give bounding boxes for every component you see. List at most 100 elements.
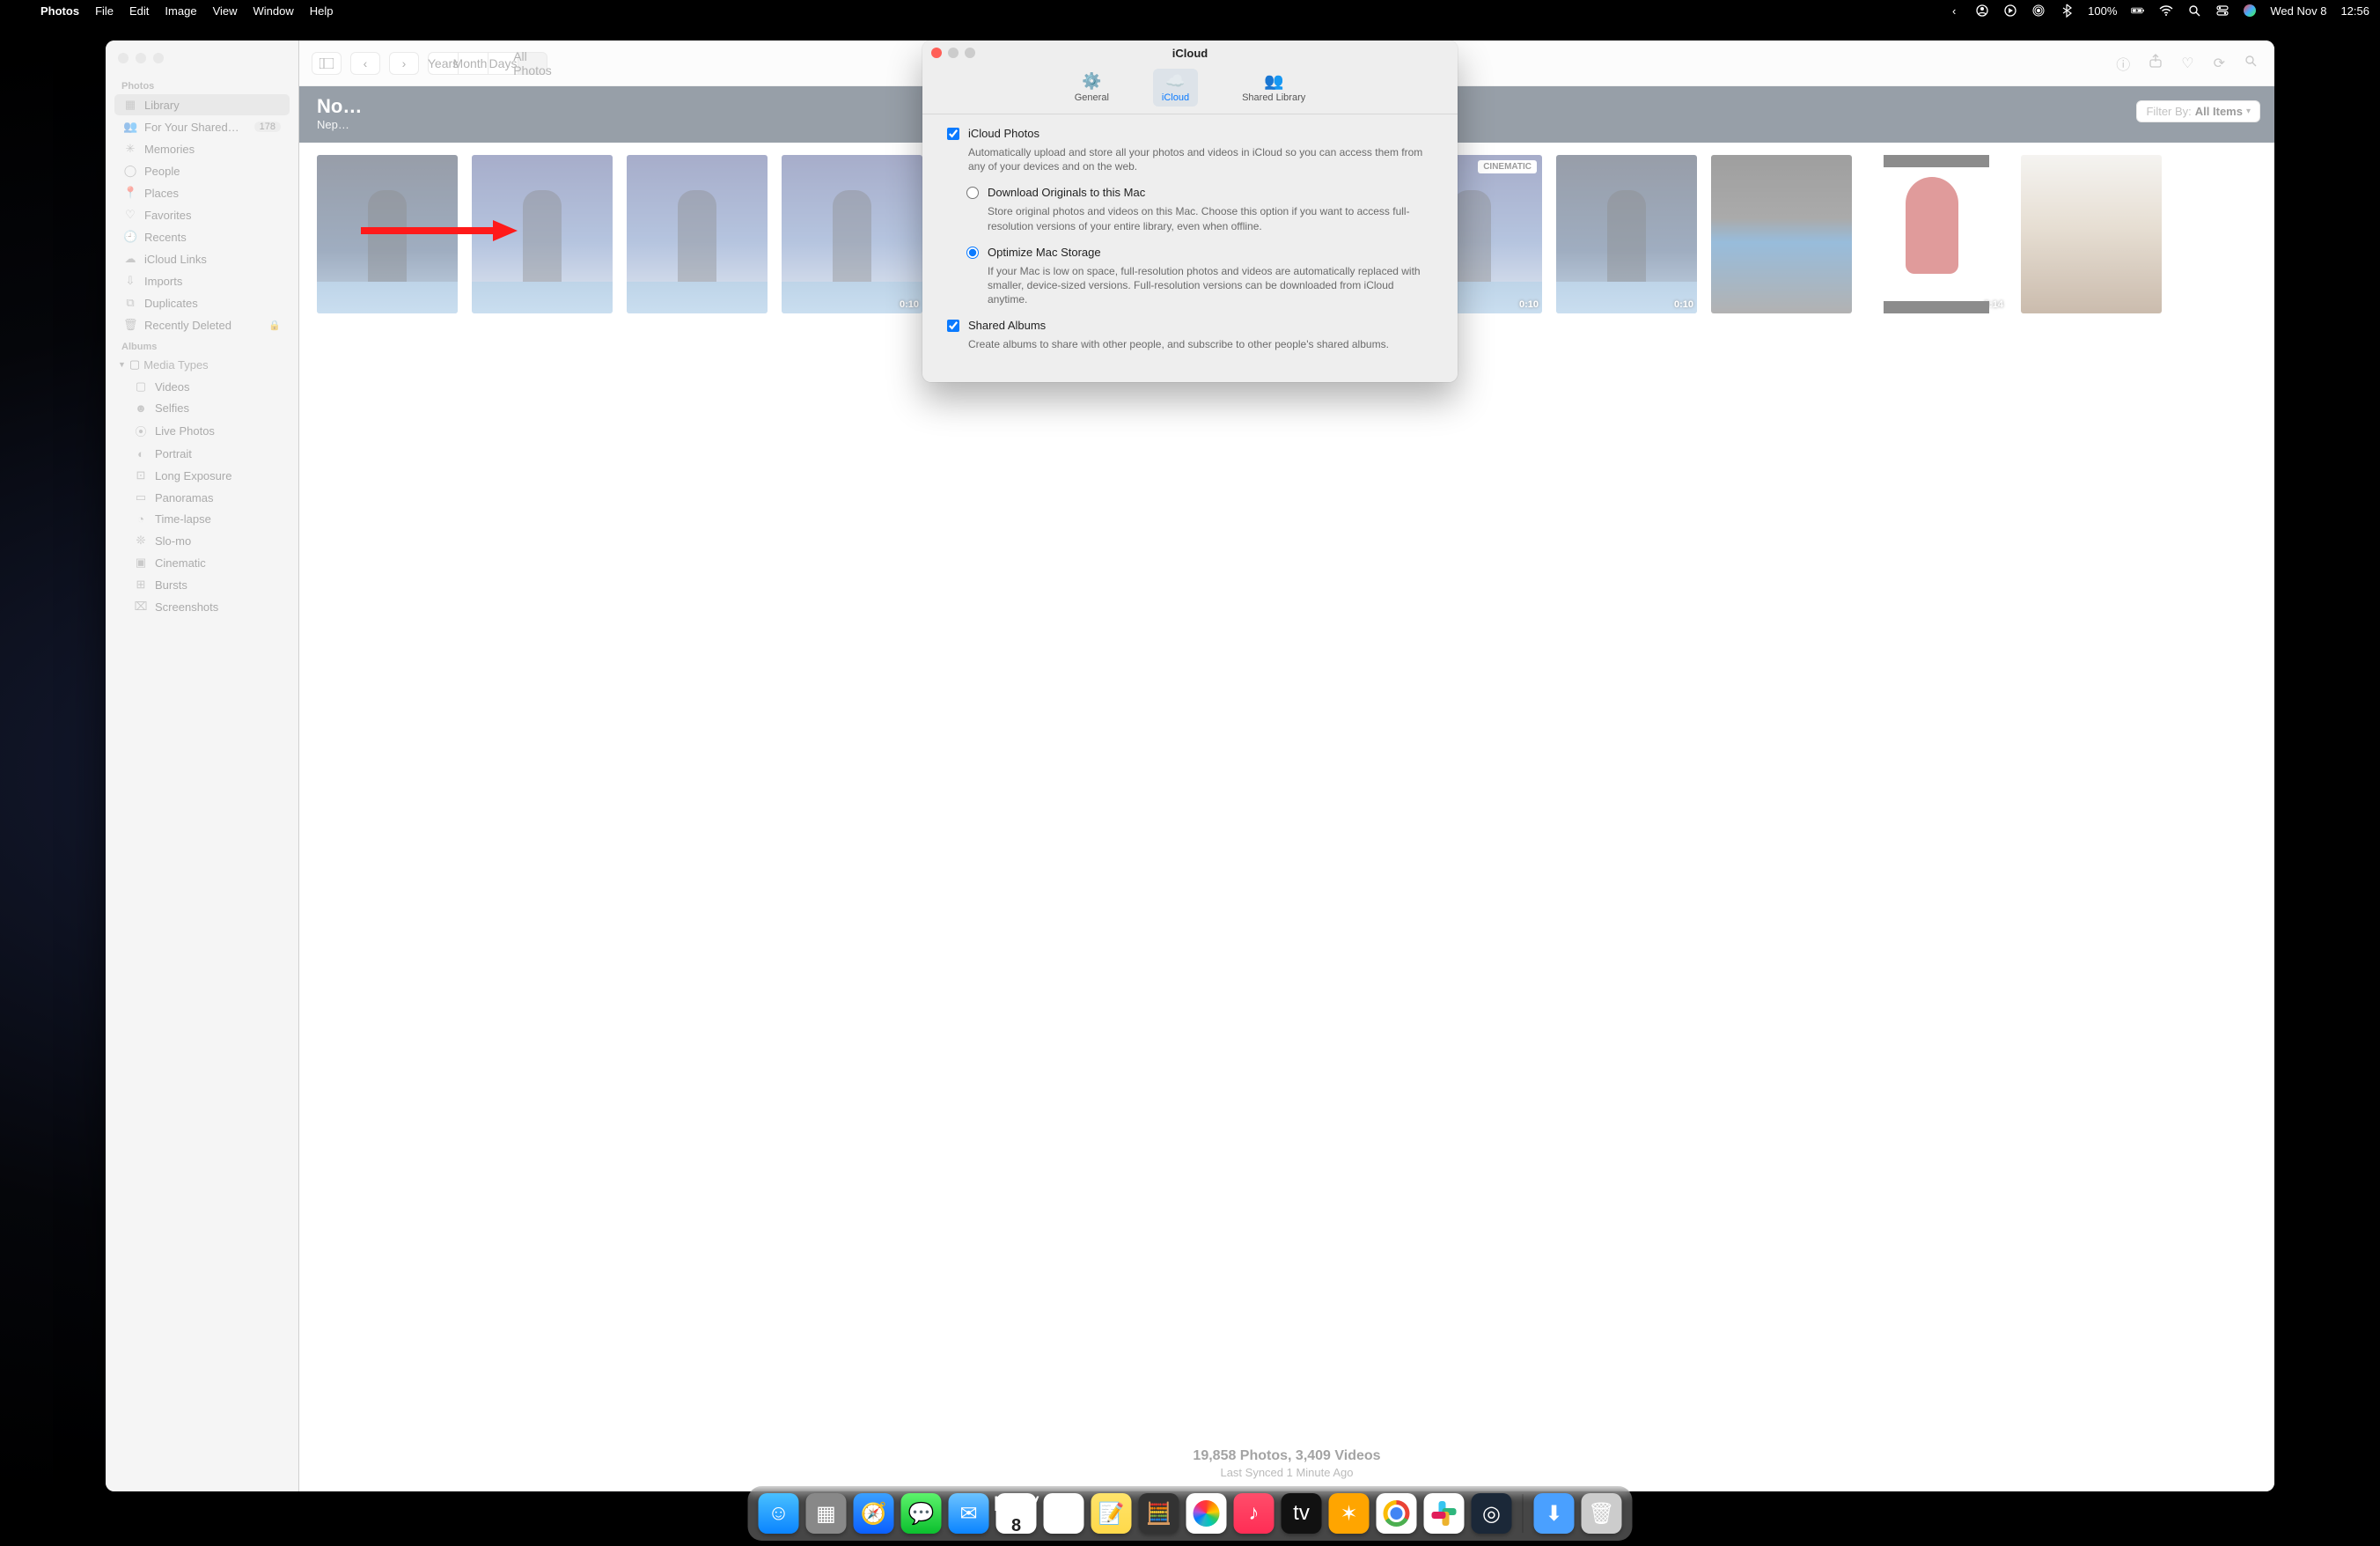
- tab-general[interactable]: ⚙️General: [1066, 69, 1118, 107]
- sidebar-item-people[interactable]: ◯ People: [114, 160, 290, 181]
- sidebar-item-recents[interactable]: 🕘 Recents: [114, 226, 290, 247]
- menu-view[interactable]: View: [213, 4, 238, 18]
- app-name[interactable]: Photos: [40, 4, 79, 18]
- sidebar-sub-bursts[interactable]: ⊞Bursts: [114, 574, 290, 595]
- dock-chrome[interactable]: [1377, 1493, 1417, 1534]
- library-icon: ▦: [123, 98, 137, 112]
- tab-shared-library[interactable]: 👥Shared Library: [1233, 69, 1314, 107]
- siri-icon[interactable]: [2244, 4, 2256, 17]
- sidebar-item-shared[interactable]: 👥 For Your Shared… 178: [114, 116, 290, 137]
- chevron-down-icon: ▼: [118, 360, 126, 369]
- dock-photos[interactable]: [1186, 1493, 1227, 1534]
- sidebar-item-imports[interactable]: ⇩ Imports: [114, 270, 290, 291]
- icloud-photos-checkbox[interactable]: [947, 128, 959, 140]
- optimize-storage-radio[interactable]: [966, 247, 979, 259]
- photo-thumbnail[interactable]: 0:10: [782, 155, 922, 313]
- dock-music[interactable]: ♪: [1234, 1493, 1274, 1534]
- dock-slack[interactable]: [1424, 1493, 1465, 1534]
- toggle-sidebar-button[interactable]: [312, 52, 342, 75]
- view-all-photos[interactable]: All Photos: [518, 52, 547, 75]
- download-icon: ⇩: [123, 274, 137, 288]
- menu-help[interactable]: Help: [310, 4, 334, 18]
- shared-albums-checkbox[interactable]: [947, 320, 959, 332]
- share-icon[interactable]: [2144, 54, 2167, 72]
- sidebar-sub-panoramas[interactable]: ▭Panoramas: [114, 487, 290, 508]
- photo-thumbnail[interactable]: [627, 155, 768, 313]
- menubar-date[interactable]: Wed Nov 8: [2270, 4, 2326, 18]
- user-icon[interactable]: [1975, 4, 1989, 18]
- sidebar-sub-selfies[interactable]: ☻Selfies: [114, 398, 290, 418]
- sidebar-item-icloud-links[interactable]: ☁ iCloud Links: [114, 248, 290, 269]
- favorite-icon[interactable]: ♡: [2176, 55, 2199, 72]
- photo-thumbnail[interactable]: 0:10: [1556, 155, 1697, 313]
- menu-image[interactable]: Image: [165, 4, 196, 18]
- folder-icon: ▢: [129, 357, 140, 372]
- spotlight-icon[interactable]: [2187, 4, 2201, 18]
- chevron-left-icon[interactable]: ‹: [1947, 4, 1961, 18]
- view-months[interactable]: Months: [458, 52, 488, 75]
- photo-thumbnail[interactable]: [1711, 155, 1852, 313]
- control-center-icon[interactable]: [2215, 4, 2229, 18]
- photo-thumbnail[interactable]: [317, 155, 458, 313]
- sidebar-item-places[interactable]: 📍 Places: [114, 182, 290, 203]
- window-traffic-lights[interactable]: [118, 53, 164, 63]
- sheet-traffic-lights[interactable]: [931, 48, 975, 58]
- filter-dropdown[interactable]: Filter By: All Items ▾: [2136, 100, 2260, 122]
- menu-edit[interactable]: Edit: [129, 4, 149, 18]
- dock-finder[interactable]: ☺: [759, 1493, 799, 1534]
- sidebar-sub-long-exposure[interactable]: ⊡Long Exposure: [114, 465, 290, 486]
- menu-window[interactable]: Window: [253, 4, 294, 18]
- wifi-icon[interactable]: [2159, 4, 2173, 18]
- minimize-icon[interactable]: [948, 48, 959, 58]
- dock-downloads[interactable]: ⬇︎: [1534, 1493, 1575, 1534]
- info-icon[interactable]: ⓘ: [2111, 53, 2135, 74]
- apple-menu-icon[interactable]: [11, 4, 25, 18]
- now-playing-icon[interactable]: [2003, 4, 2017, 18]
- sidebar-sub-timelapse[interactable]: ◔Time-lapse: [114, 509, 290, 529]
- photo-thumbnail[interactable]: [2021, 155, 2162, 313]
- sidebar-sub-cinematic[interactable]: ▣Cinematic: [114, 552, 290, 573]
- rotate-icon[interactable]: ⟳: [2208, 55, 2230, 72]
- cinematic-icon: ▣: [134, 556, 148, 570]
- sidebar-item-recently-deleted[interactable]: 🗑 Recently Deleted 🔒: [114, 314, 290, 335]
- dock-trash[interactable]: 🗑: [1582, 1493, 1622, 1534]
- tab-icloud[interactable]: ☁️iCloud: [1153, 69, 1198, 107]
- sidebar-sub-videos[interactable]: ▢Videos: [114, 376, 290, 397]
- sidebar-sub-slomo[interactable]: ❊Slo-mo: [114, 530, 290, 551]
- dock-calendar[interactable]: NOV8: [996, 1493, 1037, 1534]
- forward-button[interactable]: ›: [389, 52, 419, 75]
- dock-safari[interactable]: 🧭: [854, 1493, 894, 1534]
- dock-steam[interactable]: ◎: [1472, 1493, 1512, 1534]
- photo-thumbnail[interactable]: 0:14: [1866, 155, 2007, 313]
- sidebar: Photos ▦ Library 👥 For Your Shared… 178 …: [106, 40, 299, 1491]
- dock-messages[interactable]: 💬: [901, 1493, 942, 1534]
- sidebar-media-types[interactable]: ▼ ▢ Media Types: [113, 354, 291, 375]
- back-button[interactable]: ‹: [350, 52, 380, 75]
- dock-reminders[interactable]: ☰: [1044, 1493, 1084, 1534]
- sidebar-sub-screenshots[interactable]: ⌧Screenshots: [114, 596, 290, 617]
- sidebar-item-favorites[interactable]: ♡ Favorites: [114, 204, 290, 225]
- dock-calculator[interactable]: 🧮: [1139, 1493, 1179, 1534]
- sidebar-item-memories[interactable]: ✳ Memories: [114, 138, 290, 159]
- search-icon[interactable]: [2239, 55, 2262, 71]
- video-duration: 0:10: [900, 299, 919, 310]
- download-originals-radio[interactable]: [966, 187, 979, 199]
- menu-file[interactable]: File: [95, 4, 114, 18]
- sidebar-sub-portrait[interactable]: ◐Portrait: [114, 444, 290, 464]
- cloud-icon: ☁️: [1165, 72, 1185, 91]
- dock-app[interactable]: ✶: [1329, 1493, 1370, 1534]
- menubar-time[interactable]: 12:56: [2340, 4, 2369, 18]
- photo-thumbnail[interactable]: [472, 155, 613, 313]
- dock-mail[interactable]: ✉︎: [949, 1493, 989, 1534]
- sidebar-sub-live[interactable]: ⦿Live Photos: [114, 419, 290, 443]
- sidebar-item-duplicates[interactable]: ⧉ Duplicates: [114, 292, 290, 313]
- airdrop-icon[interactable]: [2031, 4, 2046, 18]
- dock-launchpad[interactable]: ▦: [806, 1493, 847, 1534]
- dock-tv[interactable]: tv: [1282, 1493, 1322, 1534]
- sidebar-item-library[interactable]: ▦ Library: [114, 94, 290, 115]
- bluetooth-icon[interactable]: [2060, 4, 2074, 18]
- trash-icon: 🗑: [123, 318, 137, 332]
- dock-notes[interactable]: 📝: [1091, 1493, 1132, 1534]
- zoom-icon[interactable]: [965, 48, 975, 58]
- close-icon[interactable]: [931, 48, 942, 58]
